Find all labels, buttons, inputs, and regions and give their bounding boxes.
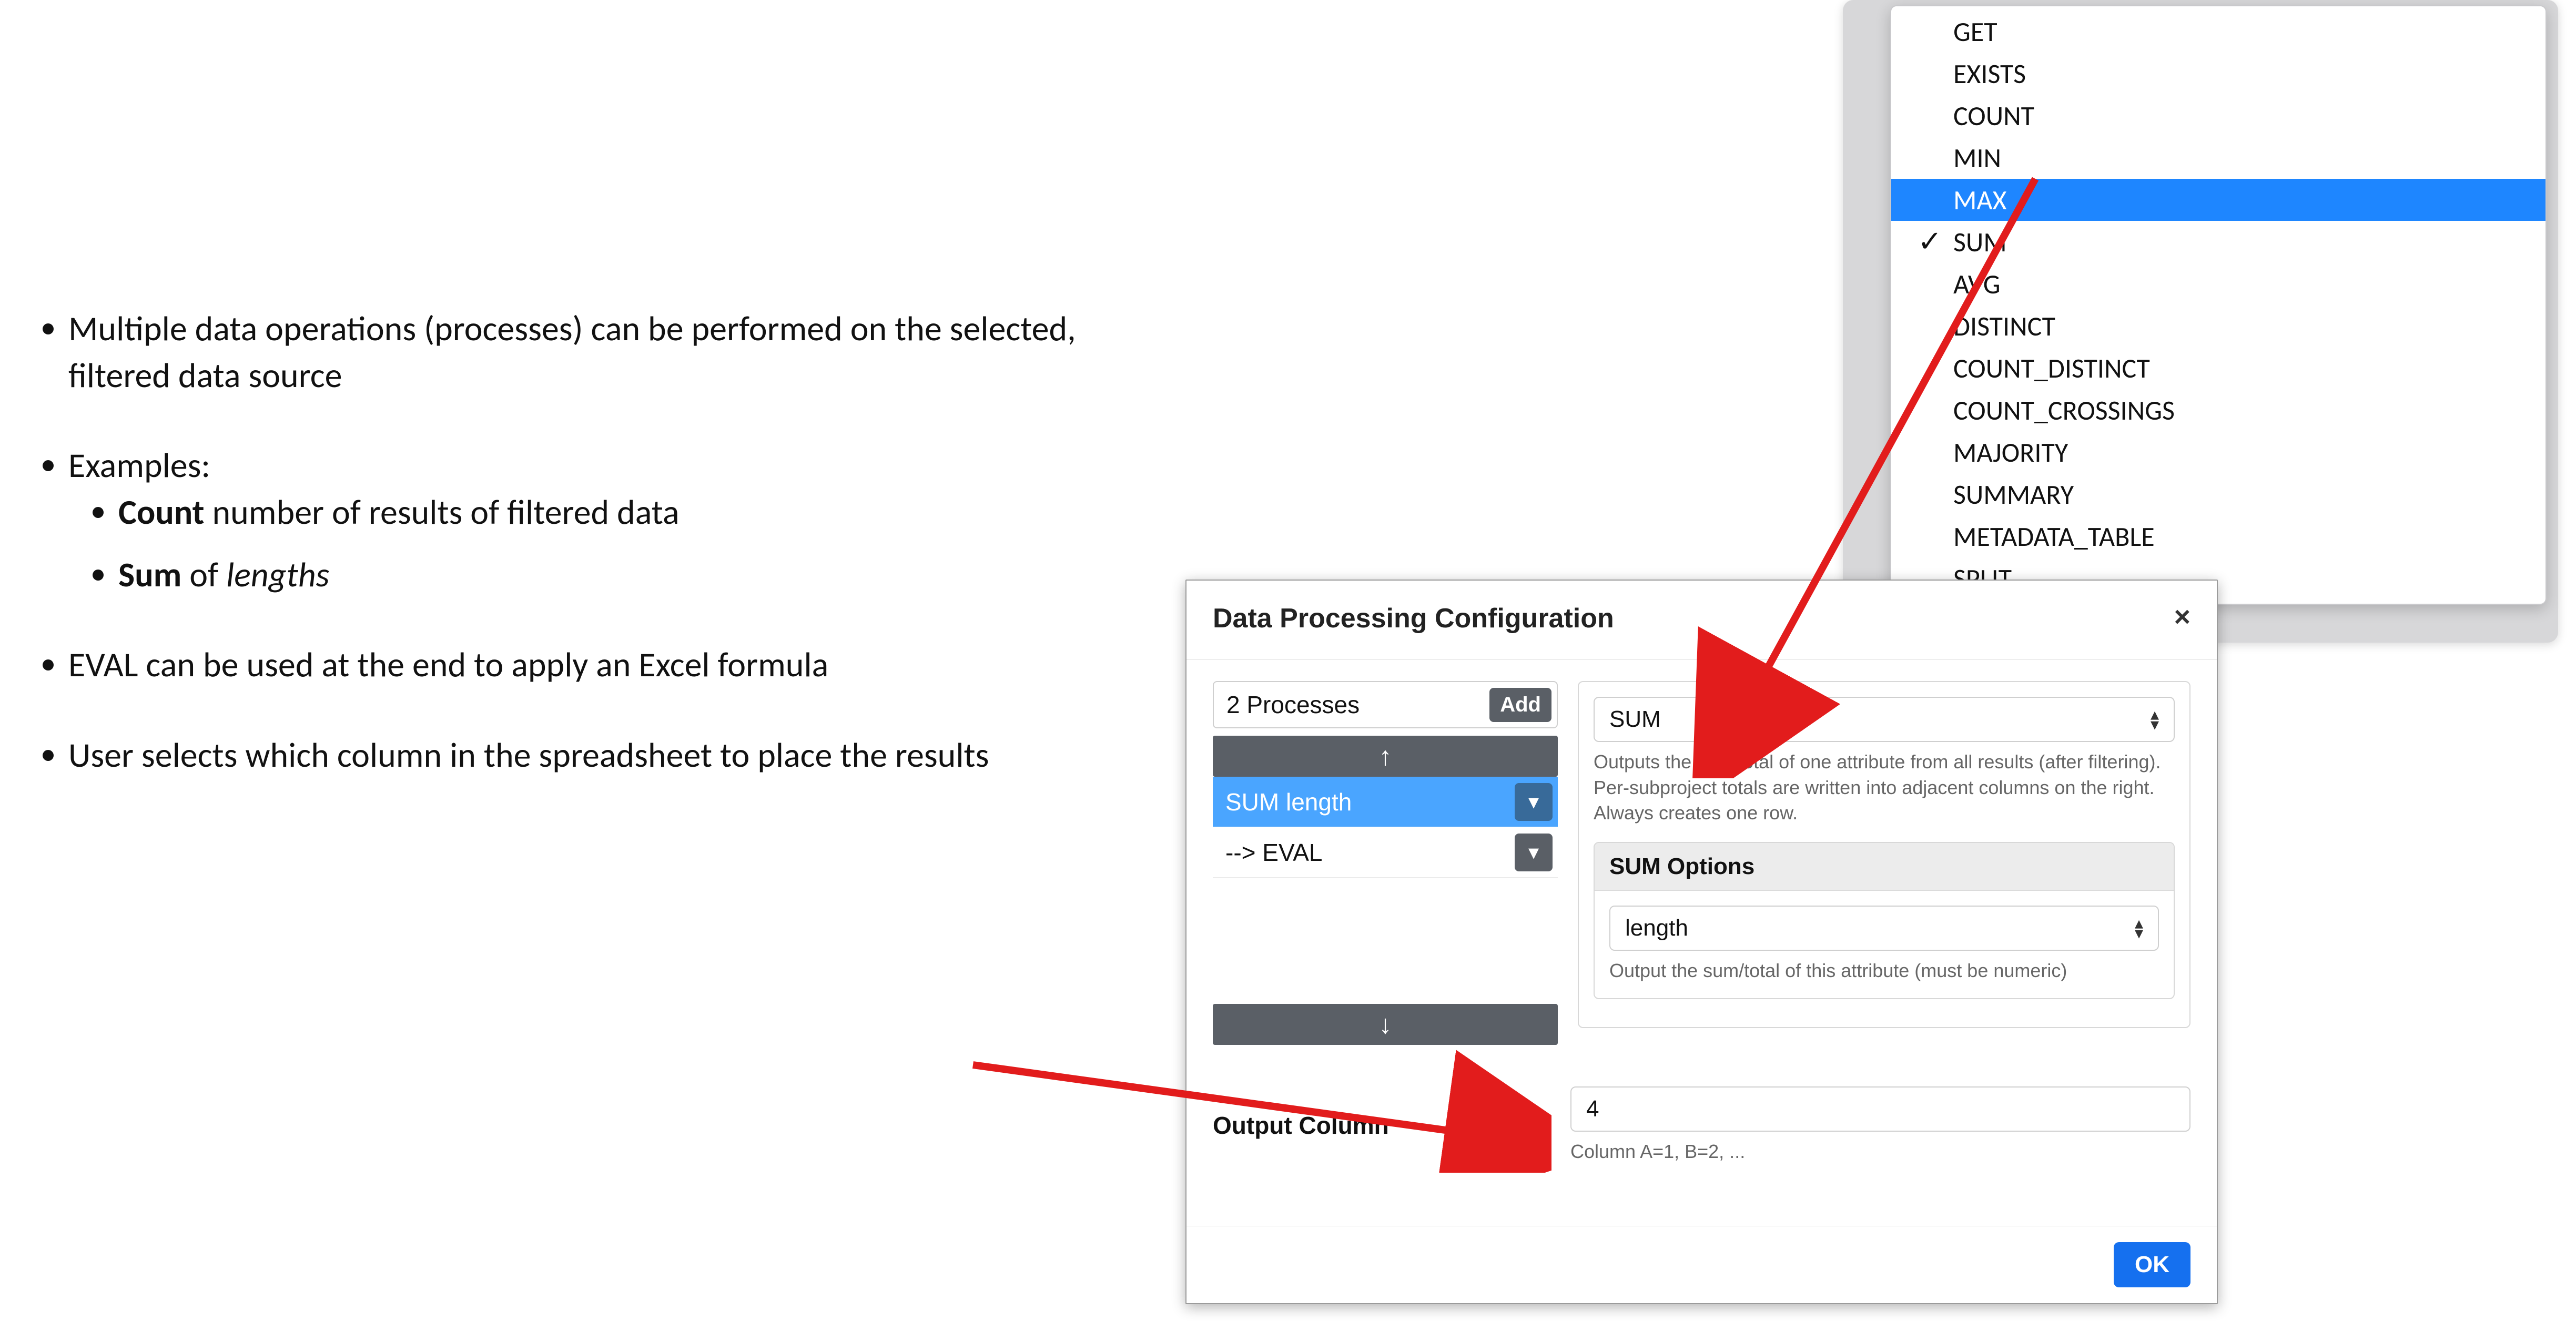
- dropdown-item-count[interactable]: COUNT: [1891, 95, 2545, 137]
- dropdown-item-distinct[interactable]: DISTINCT: [1891, 305, 2545, 347]
- check-icon: ✓: [1918, 221, 1942, 263]
- chevron-down-icon[interactable]: ▾: [1515, 783, 1553, 821]
- arrow-down-icon: ↓: [1379, 1009, 1392, 1040]
- dropdown-item-get[interactable]: GET: [1891, 11, 2545, 53]
- chevron-down-icon[interactable]: ▾: [1515, 834, 1553, 871]
- dialog-header: Data Processing Configuration ×: [1186, 581, 2217, 660]
- process-options-box: SUM Options length ▴▾ Output the sum/tot…: [1594, 842, 2175, 1000]
- select-arrows-icon: ▴▾: [2151, 709, 2159, 729]
- dropdown-item-exists[interactable]: EXISTS: [1891, 53, 2545, 95]
- dropdown-item-label: GET: [1953, 15, 1997, 48]
- note-1: Multiple data operations (processes) can…: [68, 307, 1076, 397]
- process-type-select[interactable]: SUM ▴▾: [1594, 697, 2175, 742]
- move-up-button[interactable]: ↑: [1213, 736, 1558, 777]
- process-type-hint: Outputs the sum/total of one attribute f…: [1594, 749, 2175, 826]
- ok-button[interactable]: OK: [2114, 1242, 2190, 1287]
- dropdown-item-max[interactable]: MAX: [1891, 179, 2545, 221]
- process-options-title: SUM Options: [1595, 843, 2174, 891]
- dropdown-item-avg[interactable]: AVG: [1891, 263, 2545, 305]
- process-count-label: 2 Processes: [1226, 690, 1360, 719]
- dropdown-item-label: METADATA_TABLE: [1953, 520, 2155, 553]
- attribute-value: length: [1625, 915, 1688, 941]
- output-column-value: 4: [1586, 1096, 1599, 1122]
- dropdown-item-label: AVG: [1953, 267, 2001, 301]
- dropdown-item-label: COUNT_CROSSINGS: [1953, 393, 2175, 427]
- dialog-footer: OK: [1186, 1226, 2217, 1303]
- process-item-label: --> EVAL: [1225, 838, 1323, 867]
- dropdown-item-count_crossings[interactable]: COUNT_CROSSINGS: [1891, 389, 2545, 431]
- process-type-value: SUM: [1609, 706, 1661, 733]
- dropdown-item-label: COUNT_DISTINCT: [1953, 351, 2150, 385]
- dropdown-item-label: MAJORITY: [1953, 435, 2068, 469]
- note-2: Examples:: [68, 444, 210, 486]
- explanatory-notes: Multiple data operations (processes) can…: [37, 305, 1168, 821]
- output-column-row: Output Column 4 Column A=1, B=2, ...: [1213, 1086, 2190, 1165]
- select-arrows-icon: ▴▾: [2135, 918, 2143, 938]
- note-2a-rest: number of results of filtered data: [205, 491, 680, 533]
- attribute-select[interactable]: length ▴▾: [1609, 906, 2159, 951]
- dropdown-item-label: EXISTS: [1953, 57, 2026, 90]
- dropdown-item-label: SUM: [1953, 225, 2007, 259]
- dropdown-item-label: MIN: [1953, 141, 2001, 175]
- move-down-button[interactable]: ↓: [1213, 1004, 1558, 1045]
- output-column-hint: Column A=1, B=2, ...: [1570, 1139, 2190, 1165]
- output-column-input[interactable]: 4: [1570, 1086, 2190, 1132]
- dropdown-item-min[interactable]: MIN: [1891, 137, 2545, 179]
- process-type-dropdown[interactable]: GET EXISTS COUNT MIN MAX ✓ SUM AVG DISTINCT COUNT…: [1890, 5, 2547, 605]
- close-icon[interactable]: ×: [2174, 601, 2190, 633]
- process-item[interactable]: SUM length ▾: [1213, 777, 1558, 827]
- process-list-pane: 2 Processes Add ↑ SUM length ▾ --> EVAL ▾ ↓: [1213, 681, 1558, 1045]
- attribute-hint: Output the sum/total of this attribute (…: [1609, 958, 2159, 984]
- process-item-label: SUM length: [1225, 788, 1352, 816]
- note-2b-mid: of: [181, 553, 226, 596]
- process-detail-pane: SUM ▴▾ Outputs the sum/total of one attr…: [1578, 681, 2190, 1028]
- process-count-row: 2 Processes Add: [1213, 681, 1558, 728]
- process-list: SUM length ▾ --> EVAL ▾: [1213, 777, 1558, 878]
- dropdown-item-label: COUNT: [1953, 99, 2034, 133]
- note-2a-bold: Count: [118, 491, 205, 533]
- add-process-button[interactable]: Add: [1489, 688, 1551, 722]
- dropdown-item-count_distinct[interactable]: COUNT_DISTINCT: [1891, 347, 2545, 389]
- note-4: User selects which column in the spreads…: [68, 734, 989, 776]
- dropdown-item-label: MAX: [1953, 183, 2007, 217]
- dropdown-item-metadata_table[interactable]: METADATA_TABLE: [1891, 515, 2545, 557]
- dialog-title: Data Processing Configuration: [1213, 603, 1614, 634]
- data-processing-config-dialog: Data Processing Configuration × 2 Proces…: [1185, 580, 2218, 1304]
- output-column-label: Output Column: [1213, 1111, 1549, 1140]
- dropdown-item-summary[interactable]: SUMMARY: [1891, 473, 2545, 515]
- note-3: EVAL can be used at the end to apply an …: [68, 643, 828, 686]
- dropdown-item-majority[interactable]: MAJORITY: [1891, 431, 2545, 473]
- arrow-up-icon: ↑: [1379, 741, 1392, 771]
- dropdown-item-label: SUMMARY: [1953, 477, 2074, 511]
- dropdown-item-sum[interactable]: ✓ SUM: [1891, 221, 2545, 263]
- process-item[interactable]: --> EVAL ▾: [1213, 827, 1558, 878]
- note-2b-bold: Sum: [118, 553, 181, 596]
- note-2b-ital: lengths: [226, 553, 329, 596]
- dropdown-item-label: DISTINCT: [1953, 309, 2055, 343]
